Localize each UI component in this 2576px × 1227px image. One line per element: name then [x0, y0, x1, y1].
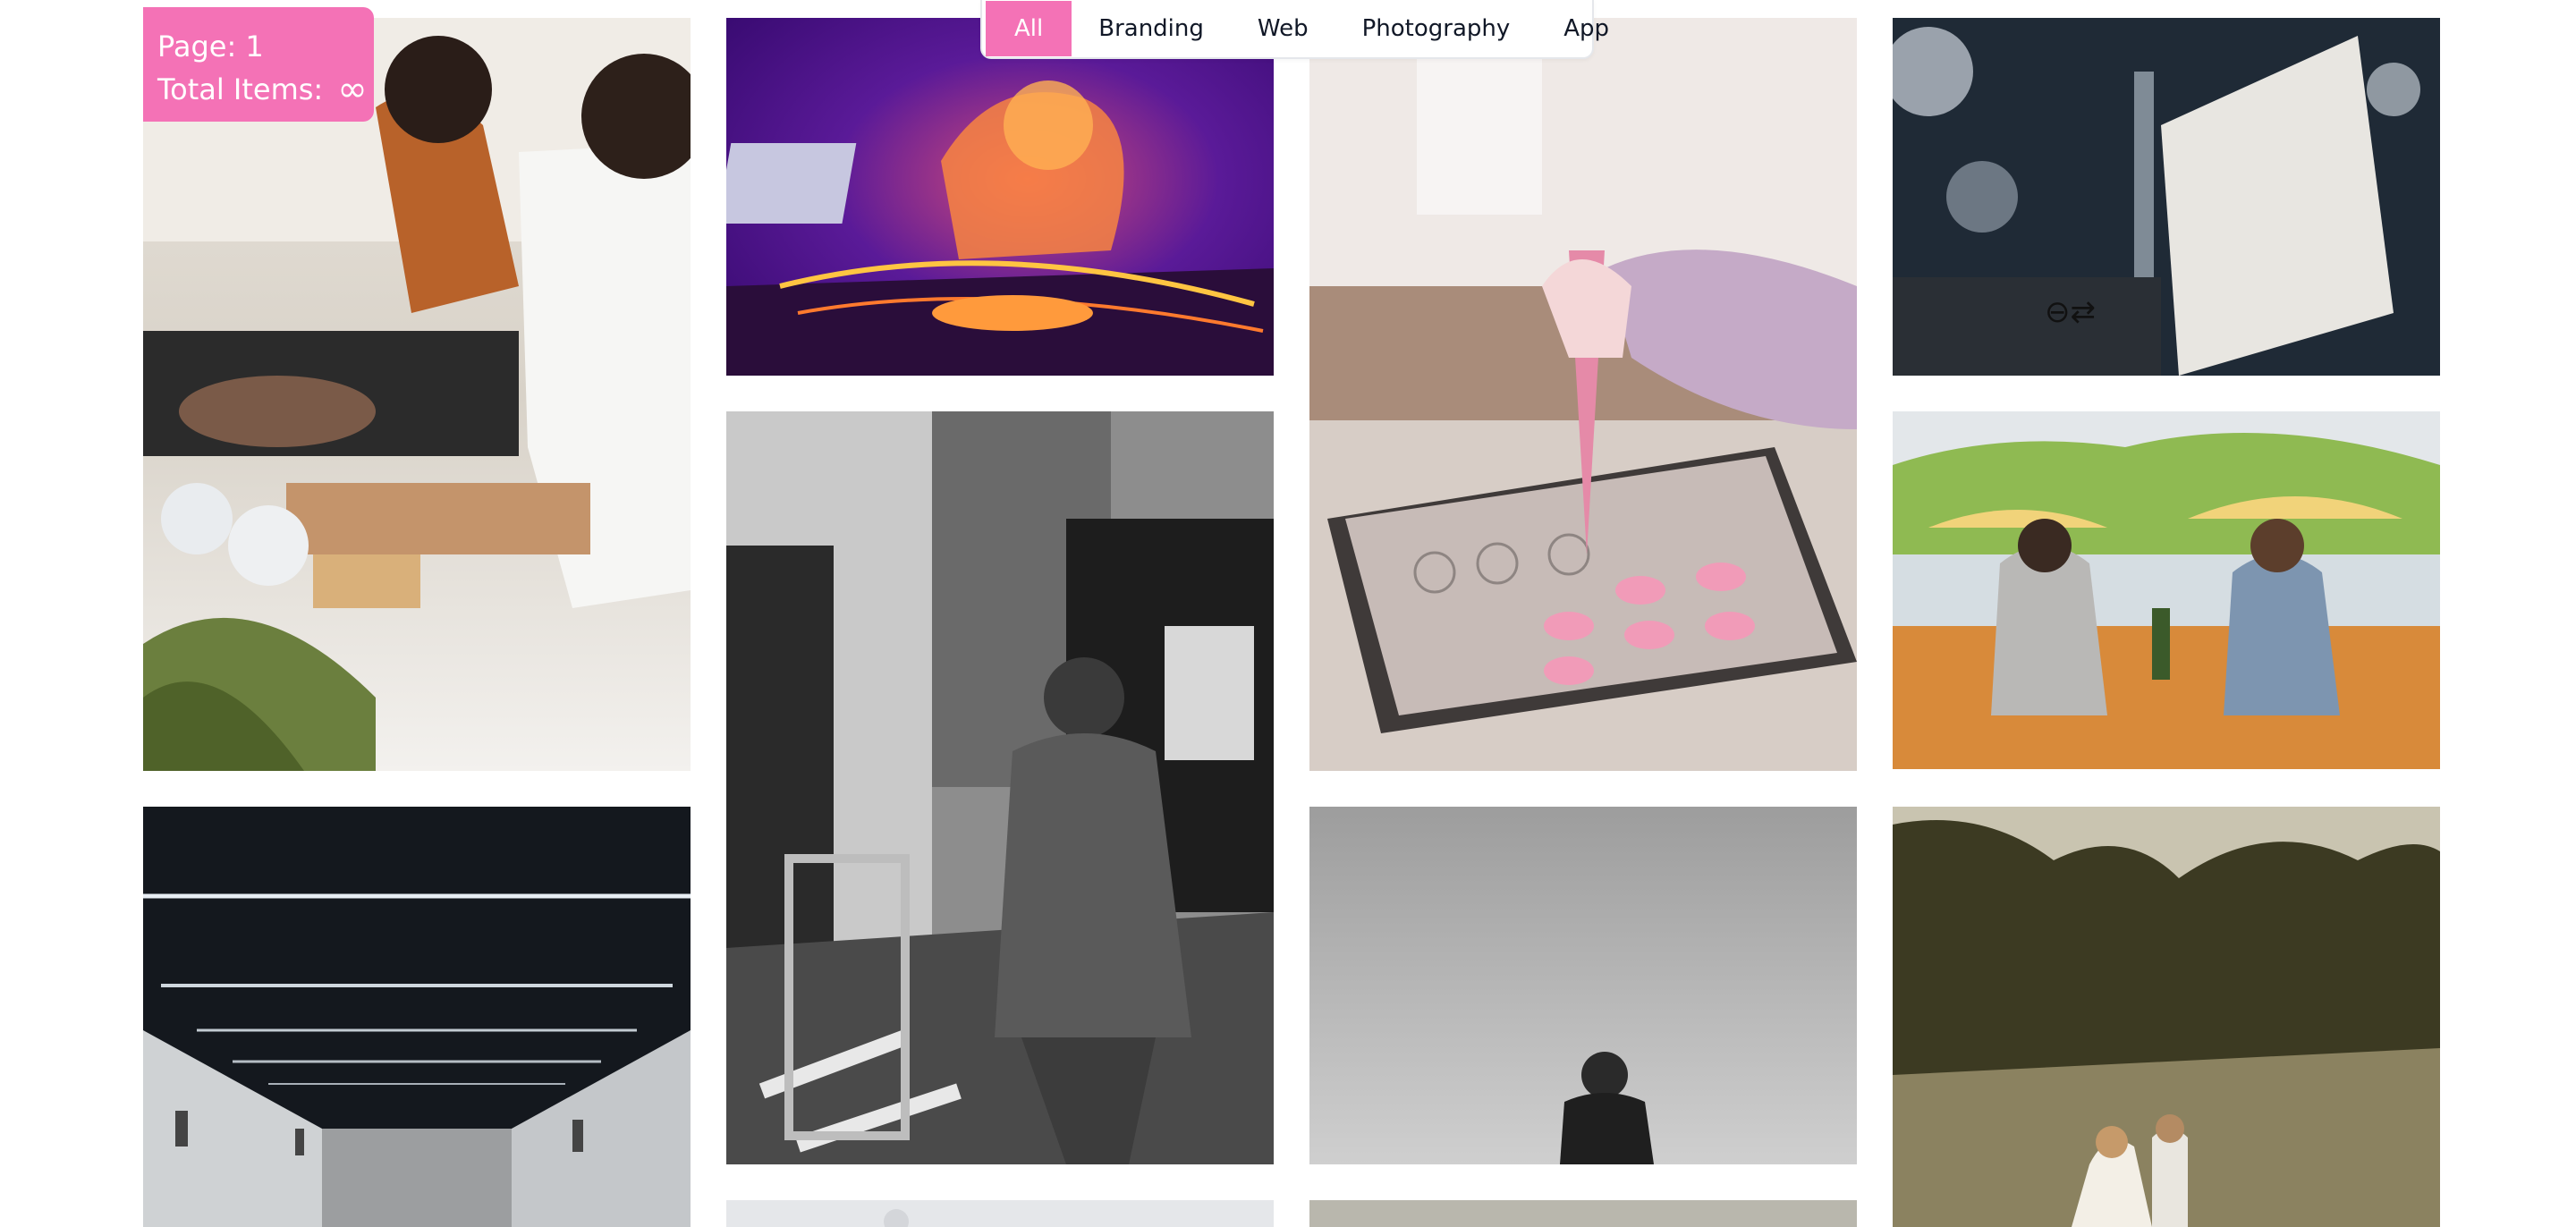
filter-tab-all[interactable]: All — [986, 1, 1072, 56]
lake-person-bw-photo — [1309, 807, 1857, 1164]
station-sign-photo: ⊖⇄ — [1893, 18, 2440, 376]
gallery-item-couple-cooking[interactable] — [143, 18, 691, 771]
friends-outdoor-table-photo — [1893, 411, 2440, 769]
wedding-couple-field-photo — [1893, 807, 2440, 1227]
gallery-page: Page: 1 Total Items: ∞ All Branding Web … — [0, 0, 2576, 1227]
filter-tab-branding[interactable]: Branding — [1072, 1, 1231, 56]
filter-tab-bar: All Branding Web Photography App — [980, 0, 1609, 59]
filter-tab-photography[interactable]: Photography — [1335, 1, 1538, 56]
partial-bottom-photo-2 — [1309, 1200, 1857, 1227]
page-info-badge: Page: 1 Total Items: ∞ — [143, 7, 374, 122]
delivery-worker-bw-photo — [726, 411, 1274, 1164]
gallery-item-friends-outdoor[interactable] — [1893, 411, 2440, 769]
total-items-row: Total Items: ∞ — [157, 68, 368, 111]
gallery-item-station-sign[interactable]: ⊖⇄ — [1893, 18, 2440, 376]
dj-neon-photo — [726, 18, 1274, 376]
page-number-label: Page: 1 — [157, 30, 264, 63]
couple-cooking-photo — [143, 18, 691, 771]
filter-tab-app[interactable]: App — [1537, 1, 1636, 56]
gallery-item-wedding-couple[interactable] — [1893, 807, 2440, 1227]
gallery-item-delivery-worker[interactable] — [726, 411, 1274, 1164]
rail-logo-icon: ⊖⇄ — [2045, 294, 2096, 330]
gallery-item-lake-person[interactable] — [1309, 807, 1857, 1164]
tunnel-lights-photo — [143, 807, 691, 1227]
page-number-row: Page: 1 — [157, 25, 360, 68]
gallery-item-piping-macarons[interactable] — [1309, 18, 1857, 771]
infinity-icon: ∞ — [337, 69, 368, 110]
gallery-item-partial-1[interactable] — [726, 1200, 1274, 1227]
gallery-item-dj-neon[interactable] — [726, 18, 1274, 376]
total-items-label: Total Items: — [157, 72, 324, 106]
gallery-item-tunnel-lights[interactable] — [143, 807, 691, 1227]
piping-macarons-photo — [1309, 18, 1857, 771]
filter-tab-web[interactable]: Web — [1231, 1, 1335, 56]
partial-bottom-photo-1 — [726, 1200, 1274, 1227]
gallery-item-partial-2[interactable] — [1309, 1200, 1857, 1227]
